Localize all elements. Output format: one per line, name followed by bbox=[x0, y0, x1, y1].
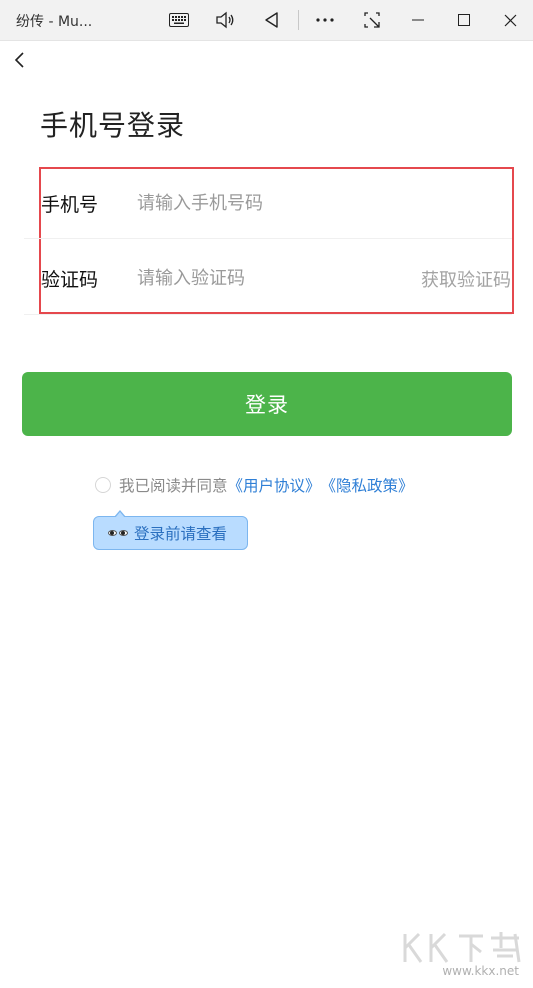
maximize-icon[interactable] bbox=[452, 8, 476, 32]
privacy-policy-link[interactable]: 《隐私政策》 bbox=[321, 474, 414, 496]
agreement-radio[interactable] bbox=[95, 477, 111, 493]
agreement-text: 我已阅读并同意 bbox=[119, 477, 228, 495]
volume-icon[interactable] bbox=[213, 8, 237, 32]
window-title: 纷传 - Mu... bbox=[16, 14, 93, 30]
keyboard-icon[interactable] bbox=[167, 8, 191, 32]
watermark-url: www.kkx.net bbox=[442, 964, 519, 978]
tooltip-text: 登录前请查看 bbox=[134, 525, 228, 543]
verification-code-input[interactable] bbox=[137, 265, 377, 291]
code-label: 验证码 bbox=[41, 269, 99, 291]
back-triangle-icon[interactable] bbox=[259, 8, 283, 32]
screenshot-icon[interactable] bbox=[360, 8, 384, 32]
user-agreement-link[interactable]: 《用户协议》 bbox=[228, 474, 321, 496]
close-icon[interactable] bbox=[498, 8, 522, 32]
kkx-watermark-logo: www.kkx.net bbox=[397, 928, 525, 988]
minimize-icon[interactable] bbox=[406, 8, 430, 32]
get-code-button[interactable]: 获取验证码 bbox=[421, 266, 511, 292]
titlebar-separator bbox=[298, 10, 299, 30]
form-divider bbox=[24, 238, 512, 239]
form-divider-bottom bbox=[24, 314, 512, 315]
phone-input[interactable] bbox=[137, 190, 477, 216]
eyes-icon bbox=[108, 530, 128, 536]
agreement-row: 我已阅读并同意 《用户协议》 《隐私政策》 bbox=[95, 474, 414, 496]
phone-label: 手机号 bbox=[41, 194, 99, 216]
more-icon[interactable] bbox=[313, 8, 337, 32]
login-button[interactable]: 登录 bbox=[22, 372, 512, 436]
agreement-tooltip: 登录前请查看 bbox=[93, 510, 248, 550]
window-title-bar: 纷传 - Mu... bbox=[0, 0, 533, 41]
page-title: 手机号登录 bbox=[40, 109, 186, 142]
back-arrow-icon[interactable] bbox=[10, 50, 30, 70]
